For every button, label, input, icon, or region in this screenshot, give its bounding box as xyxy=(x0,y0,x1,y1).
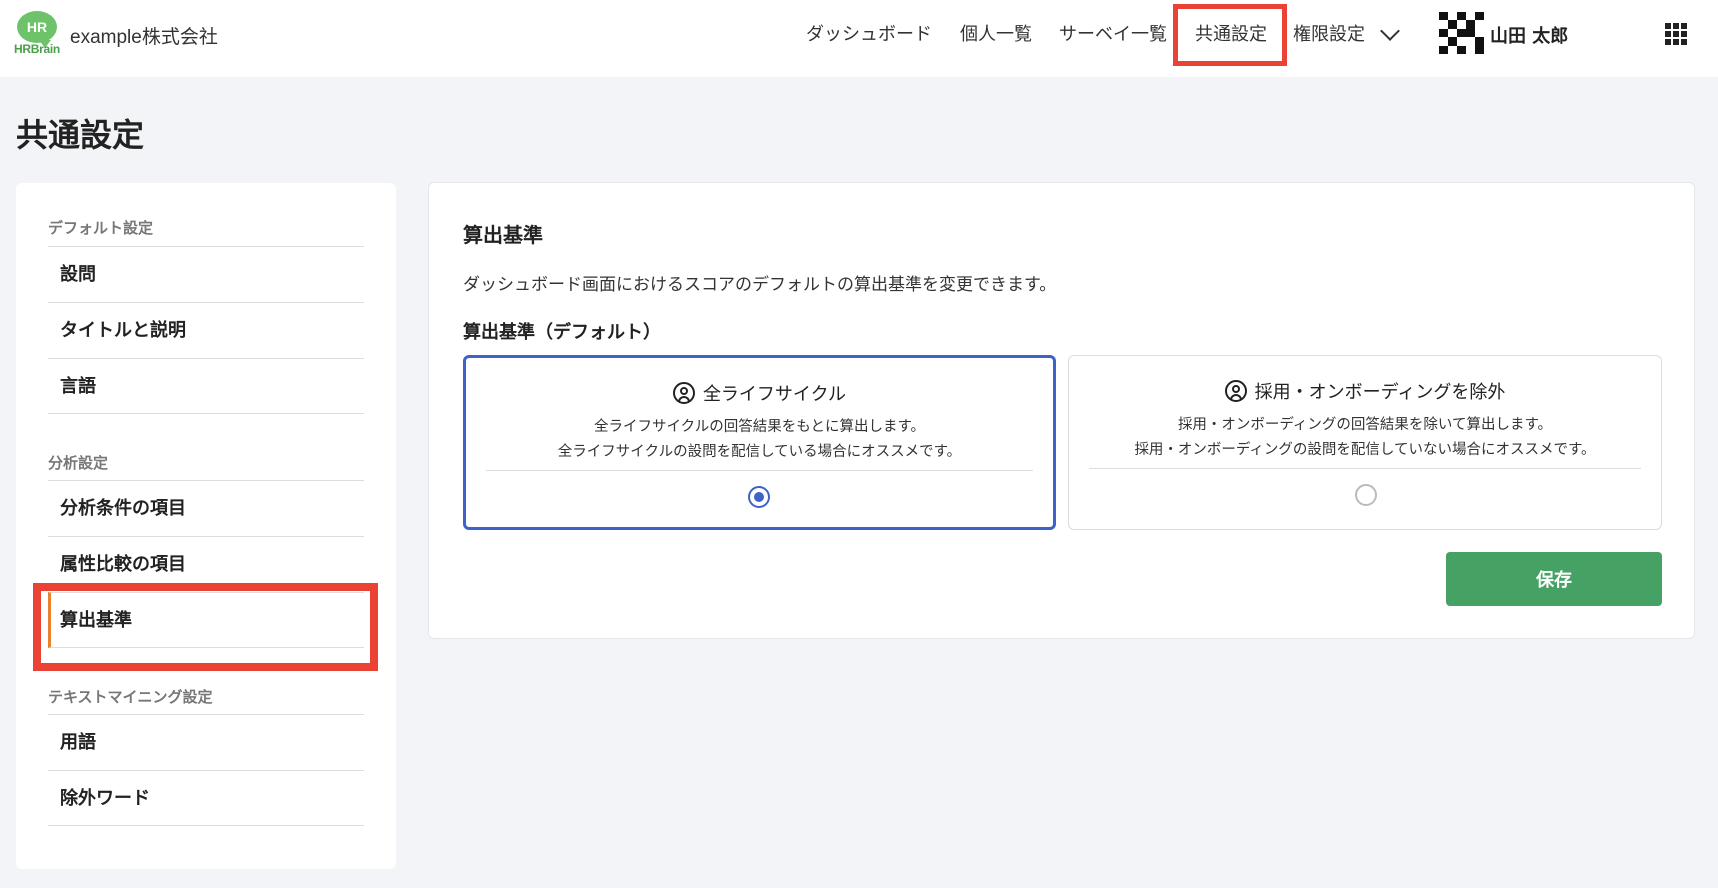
option-divider xyxy=(1089,468,1641,469)
sidebar-section-default: デフォルト設定 xyxy=(48,219,154,237)
option-title: 採用・オンボーディングを除外 xyxy=(1254,382,1506,403)
avatar[interactable] xyxy=(1439,12,1484,54)
option-desc-line2: 全ライフサイクルの設問を配信している場合にオススメです。 xyxy=(557,444,962,460)
chevron-down-icon[interactable] xyxy=(1380,21,1400,41)
user-circle-icon xyxy=(672,382,695,404)
radio-exclude-onboarding[interactable] xyxy=(1355,484,1377,506)
save-button[interactable]: 保存 xyxy=(1446,552,1662,606)
nav-permission-settings[interactable]: 権限設定 xyxy=(1293,20,1365,46)
top-navigation-bar: HR HRBrain example株式会社 ダッシュボード 個人一覧 サーベイ… xyxy=(0,0,1718,77)
option-header: 全ライフサイクル xyxy=(466,380,1053,406)
sidebar-item-language[interactable]: 言語 xyxy=(48,358,364,414)
sidebar-section-analysis: 分析設定 xyxy=(48,454,109,472)
nav-individual-list[interactable]: 個人一覧 xyxy=(960,20,1032,46)
settings-sidebar: デフォルト設定 設問 タイトルと説明 言語 分析設定 分析条件の項目 属性比較の… xyxy=(16,183,396,869)
option-desc-line1: 採用・オンボーディングの回答結果を除いて算出します。 xyxy=(1177,417,1553,433)
option-header: 採用・オンボーディングを除外 xyxy=(1069,378,1661,404)
company-name: example株式会社 xyxy=(70,27,218,48)
option-title: 全ライフサイクル xyxy=(702,384,847,405)
sidebar-item-title-description[interactable]: タイトルと説明 xyxy=(48,302,364,358)
sidebar-section-text-mining: テキストマイニング設定 xyxy=(48,688,213,706)
option-description: 採用・オンボーディングの回答結果を除いて算出します。 採用・オンボーディングの設… xyxy=(1069,413,1661,463)
user-circle-icon xyxy=(1224,380,1247,402)
radio-all-lifecycle[interactable] xyxy=(748,486,770,508)
nav-dashboard[interactable]: ダッシュボード xyxy=(806,20,932,46)
logo-wordmark: HRBrain xyxy=(14,42,60,56)
calculation-basis-card: 算出基準 ダッシュボード画面におけるスコアのデフォルトの算出基準を変更できます。… xyxy=(428,182,1695,639)
option-desc-line2: 採用・オンボーディングの設問を配信していない場合にオススメです。 xyxy=(1134,442,1596,458)
user-name[interactable]: 山田 太郎 xyxy=(1490,22,1568,48)
sidebar-highlight-box xyxy=(33,583,378,671)
default-basis-label: 算出基準（デフォルト） xyxy=(463,322,661,343)
sidebar-item-excluded-words[interactable]: 除外ワード xyxy=(48,770,364,826)
card-title: 算出基準 xyxy=(463,223,543,247)
sidebar-item-terms[interactable]: 用語 xyxy=(48,714,364,770)
option-description: 全ライフサイクルの回答結果をもとに算出します。 全ライフサイクルの設問を配信して… xyxy=(466,415,1053,465)
app-grid-icon[interactable] xyxy=(1665,23,1687,45)
option-divider xyxy=(486,470,1033,471)
option-desc-line1: 全ライフサイクルの回答結果をもとに算出します。 xyxy=(593,419,926,435)
option-all-lifecycle[interactable]: 全ライフサイクル 全ライフサイクルの回答結果をもとに算出します。 全ライフサイク… xyxy=(463,355,1056,530)
page-title: 共通設定 xyxy=(16,116,145,154)
option-exclude-onboarding[interactable]: 採用・オンボーディングを除外 採用・オンボーディングの回答結果を除いて算出します… xyxy=(1068,355,1662,530)
logo-bubble: HR xyxy=(17,11,57,48)
hrbrain-logo[interactable]: HR HRBrain xyxy=(14,11,62,57)
nav-survey-list[interactable]: サーベイ一覧 xyxy=(1059,20,1167,46)
card-description: ダッシュボード画面におけるスコアのデフォルトの算出基準を変更できます。 xyxy=(463,275,1057,295)
nav-highlight-box xyxy=(1173,4,1287,66)
sidebar-item-questions[interactable]: 設問 xyxy=(48,246,364,302)
sidebar-item-analysis-conditions[interactable]: 分析条件の項目 xyxy=(48,480,364,536)
